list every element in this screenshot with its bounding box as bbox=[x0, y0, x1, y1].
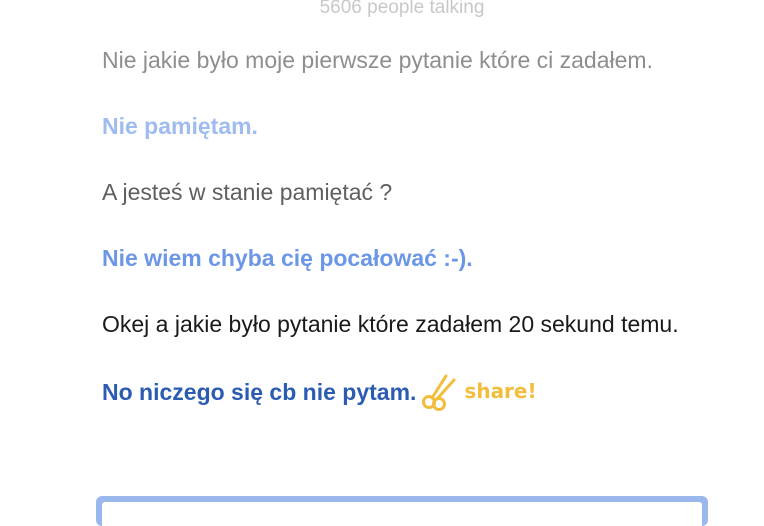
people-talking-count: 5606 people talking bbox=[319, 0, 485, 18]
bot-message-text: No niczego się cb nie pytam. bbox=[102, 379, 417, 406]
bot-message: Nie wiem chyba cię pocałować :-). bbox=[102, 245, 473, 271]
bot-message: Nie pamiętam. bbox=[102, 113, 258, 139]
bot-message-latest: No niczego się cb nie pytam. share! bbox=[102, 374, 692, 414]
scissors-icon bbox=[422, 374, 456, 411]
user-message: A jesteś w stanie pamiętać ? bbox=[102, 179, 393, 205]
user-message: Okej a jakie było pytanie które zadałem … bbox=[102, 311, 679, 337]
conversation-log: Nie jakie było moje pierwsze pytanie któ… bbox=[102, 44, 692, 414]
message-input-box[interactable] bbox=[96, 496, 708, 526]
share-button[interactable]: share! bbox=[420, 371, 537, 411]
share-label: share! bbox=[464, 379, 537, 403]
user-message: Nie jakie było moje pierwsze pytanie któ… bbox=[102, 47, 653, 73]
